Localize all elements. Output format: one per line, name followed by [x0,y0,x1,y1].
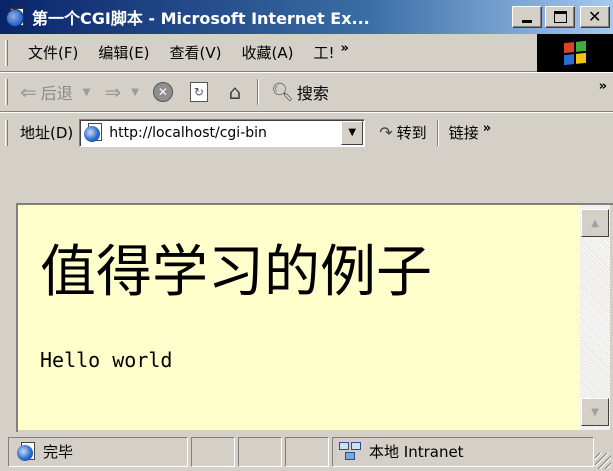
address-bar: 地址(D) http://localhost/cgi-bin ▼ ↷ 转到 链接… [0,112,613,152]
links-button[interactable]: 链接 [449,122,479,143]
zone-text: 本地 Intranet [369,443,464,461]
back-dropdown[interactable]: ▼ [83,87,91,98]
home-button[interactable]: ⌂ [223,80,247,104]
menu-favorites[interactable]: 收藏(A) [242,42,294,63]
search-button[interactable]: 🔍︎ 搜索 [271,80,329,104]
minimize-icon [522,20,532,23]
ie-page-icon[interactable] [6,6,28,28]
toolbar-overflow-chevron[interactable]: » [599,79,607,94]
search-magnifier-icon: 🔍︎ [270,81,294,103]
menubar-grip[interactable] [5,39,8,66]
toolbar-grip[interactable] [5,79,8,105]
go-arrow-icon: ↷ [379,123,393,142]
status-bar: 完毕 本地 Intranet [0,432,613,471]
page-viewport[interactable]: 值得学习的例子 Hello world [18,205,580,430]
page-done-icon [16,441,38,463]
refresh-button[interactable]: ↻ [187,80,211,104]
search-label: 搜索 [296,84,329,103]
address-url[interactable]: http://localhost/cgi-bin [109,125,339,141]
scroll-down-button[interactable]: ▼ [581,398,609,426]
status-pane-security [238,436,282,467]
close-button[interactable]: ✕ [580,6,610,28]
vertical-scrollbar[interactable]: ▲ ▼ [580,205,610,430]
toolbar-separator [256,79,259,105]
menu-file[interactable]: 文件(F) [28,42,78,63]
page-body-text: Hello world [40,348,173,372]
stop-button[interactable]: ✕ [151,80,175,104]
chevron-down-icon: ▼ [348,127,357,138]
back-arrow-icon: ⇐ [20,80,37,104]
links-overflow-chevron[interactable]: » [483,121,491,136]
status-text: 完毕 [43,443,74,461]
menu-edit[interactable]: 编辑(E) [98,42,149,63]
forward-dropdown[interactable]: ▼ [131,87,139,98]
zone-pane[interactable]: 本地 Intranet [332,436,594,467]
refresh-icon: ↻ [189,82,208,102]
chevron-down-icon: ▼ [591,406,599,418]
forward-arrow-icon[interactable]: ⇒ [104,80,121,104]
go-label: 转到 [396,124,427,142]
menu-bar: 文件(F) 编辑(E) 查看(V) 收藏(A) 工! » [0,34,613,72]
menu-overflow-chevron[interactable]: » [340,41,348,56]
windows-flag-icon [564,40,586,66]
standard-toolbar: ⇐ 后退 ▼ ⇒ ▼ ✕ ↻ ⌂ 🔍︎ 搜索 » [0,72,613,112]
addressbar-grip[interactable] [5,119,8,146]
chevron-up-icon: ▲ [591,217,599,229]
minimize-button[interactable] [512,6,542,28]
address-separator [436,119,439,146]
page-heading: 值得学习的例子 [40,240,432,305]
scroll-up-button[interactable]: ▲ [581,209,609,237]
resize-grip[interactable] [595,453,611,469]
address-dropdown-button[interactable]: ▼ [341,120,364,145]
status-pane-extra [285,436,329,467]
menu-tools[interactable]: 工! [313,42,334,63]
local-intranet-icon [339,441,363,462]
back-button[interactable]: ⇐ 后退 [20,80,73,104]
status-pane-progress [191,436,235,467]
maximize-icon [554,11,567,23]
stop-icon: ✕ [152,82,173,102]
close-icon: ✕ [588,7,602,26]
menu-view[interactable]: 查看(V) [170,42,222,63]
go-button[interactable]: ↷ 转到 [379,122,426,143]
windows-logo [537,34,613,72]
home-icon: ⌂ [228,80,242,104]
maximize-button[interactable] [545,6,575,28]
page-icon [83,122,105,144]
window-title: 第一个CGI脚本 - Microsoft Internet Ex... [32,9,370,28]
back-label: 后退 [40,84,73,103]
address-input[interactable]: http://localhost/cgi-bin ▼ [79,118,366,147]
address-label: 地址(D) [20,124,74,142]
status-pane: 完毕 [8,436,188,467]
